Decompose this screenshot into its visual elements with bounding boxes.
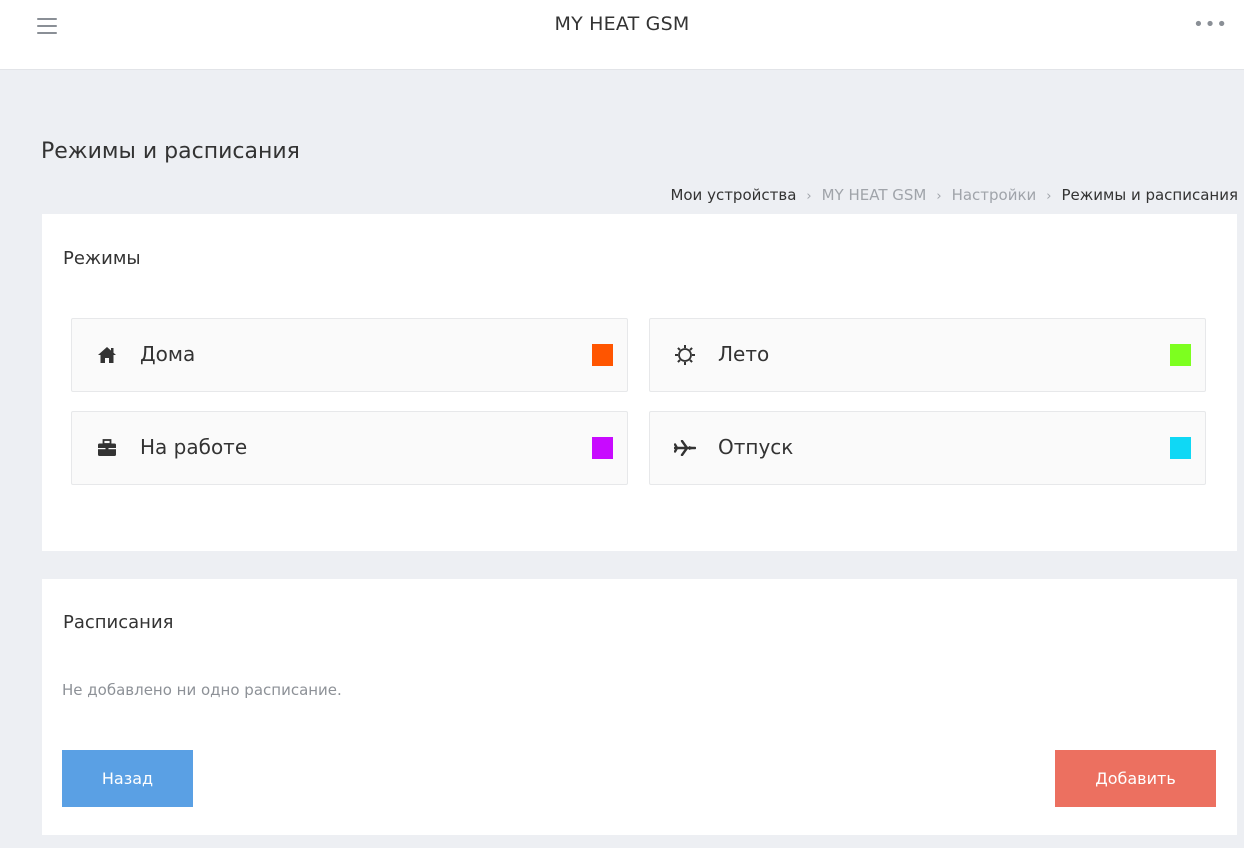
modes-card: Режимы Дома Лето На работе Отпуск [42,214,1237,551]
mode-color-swatch [1170,344,1191,366]
mode-label: Отпуск [718,435,794,459]
schedules-card: Расписания Не добавлено ни одно расписан… [42,579,1237,835]
mode-color-swatch [592,437,613,459]
breadcrumb-item-current: Режимы и расписания [1061,186,1238,204]
modes-title: Режимы [63,248,141,269]
mode-tile-vacation[interactable]: Отпуск [649,411,1206,485]
mode-tile-summer[interactable]: Лето [649,318,1206,392]
page-title: Режимы и расписания [41,139,300,164]
app-title: MY HEAT GSM [554,13,690,35]
breadcrumb-item-devices[interactable]: Мои устройства [670,186,796,204]
mode-label: На работе [140,435,248,459]
home-icon [96,344,118,366]
ellipsis-icon[interactable]: ••• [1193,14,1228,35]
schedules-title: Расписания [63,612,174,633]
mode-tile-work[interactable]: На работе [71,411,628,485]
add-button[interactable]: Добавить [1055,750,1216,807]
back-button[interactable]: Назад [62,750,193,807]
mode-color-swatch [592,344,613,366]
breadcrumb-item-settings[interactable]: Настройки [952,186,1037,204]
mode-color-swatch [1170,437,1191,459]
breadcrumb: Мои устройства › MY HEAT GSM › Настройки › Реж… [670,186,1238,204]
mode-label: Лето [718,342,770,366]
breadcrumb-separator: › [1046,189,1052,204]
empty-schedules-message: Не добавлено ни одно расписание. [62,681,342,699]
mode-label: Дома [140,342,196,366]
top-bar: MY HEAT GSM ••• [0,0,1244,70]
mode-tile-home[interactable]: Дома [71,318,628,392]
airplane-icon [674,437,696,459]
briefcase-icon [96,437,118,459]
sun-icon [674,344,696,366]
breadcrumb-separator: › [806,189,812,204]
breadcrumb-item-device[interactable]: MY HEAT GSM [822,186,927,204]
breadcrumb-separator: › [936,189,942,204]
